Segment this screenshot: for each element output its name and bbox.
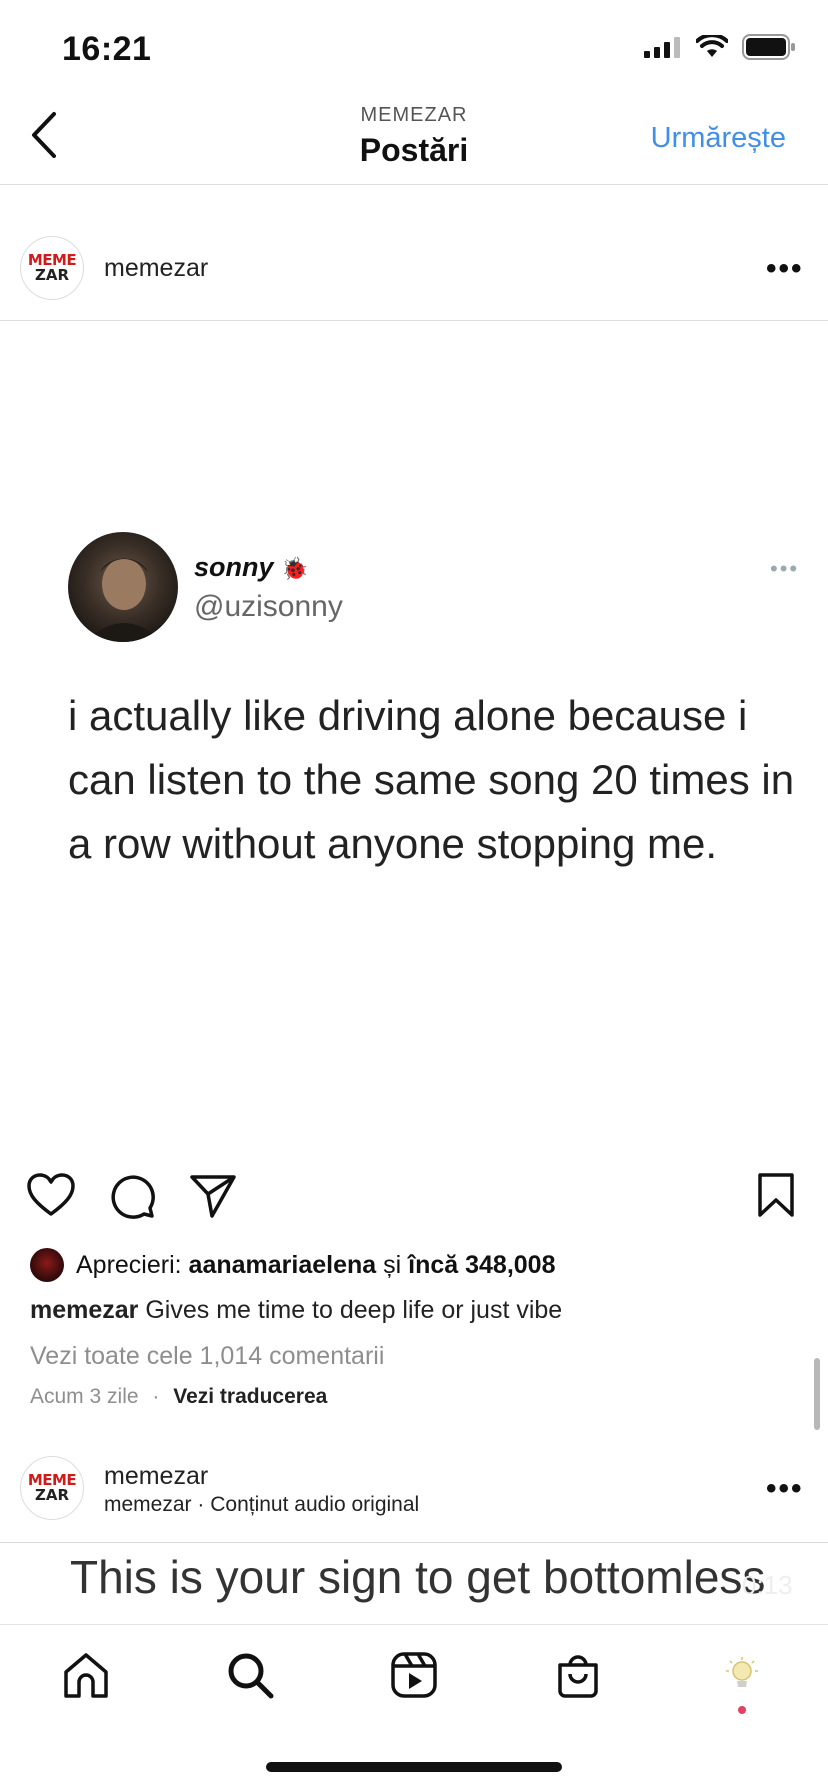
post-caption: memezar Gives me time to deep life or ju…: [30, 1296, 562, 1325]
audio-label: Conținut audio original: [210, 1493, 420, 1516]
status-time: 16:21: [62, 30, 152, 68]
home-indicator[interactable]: [266, 1762, 562, 1772]
send-icon: [190, 1175, 236, 1218]
reels-icon: [391, 1652, 437, 1698]
video-timer: 0:13: [742, 1570, 793, 1600]
tweet-display-name: sonny 🐞: [194, 552, 308, 583]
battery-icon: [742, 34, 795, 60]
tab-reels[interactable]: [386, 1647, 442, 1703]
liker-avatar[interactable]: [30, 1248, 64, 1282]
post-username[interactable]: memezar: [104, 254, 208, 283]
post-meta: Acum 3 zile · Vezi traducerea: [30, 1385, 327, 1409]
heart-icon: [27, 1173, 75, 1216]
post-options-button[interactable]: •••: [766, 252, 804, 286]
avatar-logo-line2: ZAR: [34, 1486, 70, 1504]
profile-notification-dot: [738, 1706, 746, 1714]
tweet-avatar-face: [86, 558, 162, 642]
caption-username[interactable]: memezar: [30, 1296, 138, 1324]
view-comments-link[interactable]: Vezi toate cele 1,014 comentarii: [30, 1342, 384, 1371]
next-post-overlay-text: This is your sign to get bottomless: [70, 1551, 766, 1603]
tweet-name-text: sonny: [194, 552, 274, 582]
likes-prefix: Aprecieri:: [76, 1250, 182, 1279]
tab-search[interactable]: [222, 1647, 278, 1703]
likes-count-link[interactable]: încă 348,008: [408, 1251, 555, 1279]
search-icon: [228, 1653, 274, 1699]
next-post-options-button[interactable]: •••: [766, 1472, 804, 1506]
home-icon: [64, 1653, 108, 1698]
post-timestamp: Acum 3 zile: [30, 1385, 139, 1408]
audio-separator: ·: [197, 1493, 205, 1516]
tweet-handle: @uzisonny: [194, 590, 343, 623]
post-avatar[interactable]: MEME ZAR: [20, 236, 84, 300]
next-post-divider: [0, 1542, 828, 1543]
comment-button[interactable]: [108, 1172, 156, 1225]
bottom-tab-bar: [0, 1624, 828, 1735]
status-icons: [644, 34, 796, 60]
tab-profile[interactable]: [714, 1647, 770, 1703]
signal-icon: [644, 37, 680, 58]
save-button[interactable]: [756, 1172, 796, 1223]
header-divider: [0, 184, 828, 185]
tweet-avatar: [68, 532, 178, 642]
tab-shop[interactable]: [550, 1647, 606, 1703]
share-button[interactable]: [188, 1172, 238, 1225]
tab-home[interactable]: [58, 1647, 114, 1703]
caption-text: Gives me time to deep life or just vibe: [145, 1296, 563, 1324]
likes-line: Aprecieri: aanamariaelena și încă 348,00…: [30, 1248, 555, 1282]
comment-icon: [111, 1175, 155, 1219]
bookmark-icon: [758, 1173, 794, 1217]
follow-button[interactable]: Urmărește: [651, 122, 786, 155]
likes-user-link[interactable]: aanamariaelena: [189, 1251, 377, 1279]
wifi-icon: [696, 35, 728, 57]
like-button[interactable]: [26, 1172, 76, 1223]
next-post-avatar[interactable]: MEME ZAR: [20, 1456, 84, 1520]
next-post-audio[interactable]: memezar · Conținut audio original: [104, 1493, 419, 1517]
audio-user: memezar: [104, 1493, 192, 1516]
ladybug-emoji-icon: 🐞: [281, 556, 309, 581]
tweet-more-icon: •••: [770, 556, 800, 581]
scrollbar[interactable]: [814, 1358, 820, 1430]
meta-separator: ·: [152, 1385, 160, 1408]
likes-and: și: [383, 1250, 402, 1279]
profile-avatar-icon: [726, 1657, 758, 1687]
tweet-text: i actually like driving alone because i …: [68, 692, 795, 867]
shop-icon: [558, 1655, 598, 1698]
post-header-divider: [0, 320, 828, 321]
avatar-logo-line2: ZAR: [34, 266, 70, 284]
translate-link[interactable]: Vezi traducerea: [173, 1385, 327, 1408]
next-post-username[interactable]: memezar: [104, 1462, 208, 1491]
